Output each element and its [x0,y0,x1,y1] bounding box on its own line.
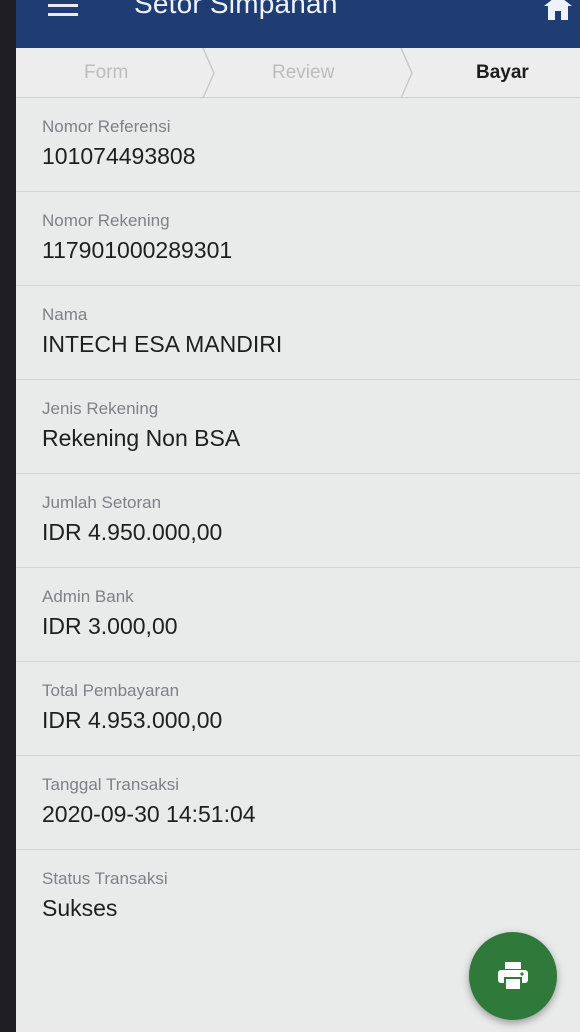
print-icon [498,962,528,991]
detail-row-status-transaksi: Status Transaksi Sukses [16,850,580,944]
page-title: Setor Simpanan [134,0,338,19]
detail-row-jumlah-setoran: Jumlah Setoran IDR 4.950.000,00 [16,474,580,568]
detail-row-total-pembayaran: Total Pembayaran IDR 4.953.000,00 [16,662,580,756]
detail-value: 2020-09-30 14:51:04 [42,801,256,827]
detail-row-jenis-rekening: Jenis Rekening Rekening Non BSA [16,380,580,474]
detail-value: 117901000289301 [42,237,233,263]
detail-label: Nomor Rekening [42,211,170,230]
detail-label: Total Pembayaran [42,681,180,700]
detail-label: Nomor Referensi [42,117,171,136]
detail-value: Rekening Non BSA [42,425,241,451]
detail-row-admin-bank: Admin Bank IDR 3.000,00 [16,568,580,662]
step-form: Form [84,62,129,83]
detail-row-tanggal-transaksi: Tanggal Transaksi 2020-09-30 14:51:04 [16,756,580,850]
detail-label: Admin Bank [42,587,134,606]
detail-label: Jumlah Setoran [42,493,162,512]
detail-value: INTECH ESA MANDIRI [42,331,283,357]
detail-value: IDR 4.950.000,00 [42,519,223,545]
detail-label: Status Transaksi [42,869,168,888]
home-icon[interactable] [542,0,574,20]
detail-value: 101074493808 [42,143,196,169]
detail-label: Nama [42,305,88,324]
step-indicator: Form Review Bayar [16,48,580,98]
step-divider-icon [400,48,413,98]
detail-row-nomor-referensi: Nomor Referensi 101074493808 [16,98,580,192]
screen: Setor Simpanan Form Review Bayar Nomor R… [16,0,580,1032]
detail-row-nomor-rekening: Nomor Rekening 117901000289301 [16,192,580,286]
hamburger-menu-icon[interactable] [48,0,78,18]
step-review: Review [272,62,335,83]
detail-row-nama: Nama INTECH ESA MANDIRI [16,286,580,380]
detail-label: Jenis Rekening [42,399,159,418]
transaction-details: Nomor Referensi 101074493808 Nomor Reken… [16,98,580,944]
step-divider-icon [202,48,215,98]
step-bayar: Bayar [476,62,529,83]
detail-value: IDR 3.000,00 [42,613,178,639]
detail-value: IDR 4.953.000,00 [42,707,223,733]
app-bar: Setor Simpanan [16,0,580,48]
print-button[interactable] [469,932,557,1020]
status-value: Sukses [42,895,118,921]
detail-label: Tanggal Transaksi [42,775,180,794]
